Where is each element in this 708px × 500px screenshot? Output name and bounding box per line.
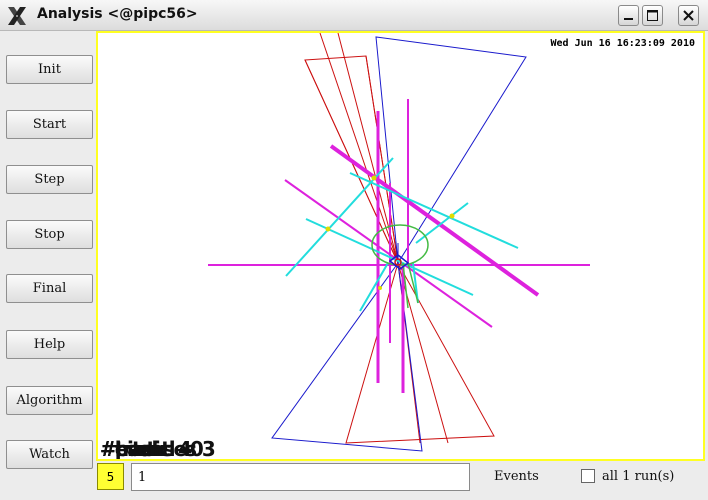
event-display-canvas[interactable]: Wed Jun 16 16:23:09 2010 #particles #tra… [96, 31, 705, 461]
start-button[interactable]: Start [6, 110, 93, 139]
help-button[interactable]: Help [6, 330, 93, 359]
overlay-fragment: 403 [178, 437, 216, 461]
events-label: Events [494, 469, 539, 484]
maximize-button[interactable] [642, 5, 663, 26]
minimize-icon [624, 18, 633, 20]
stop-button[interactable]: Stop [6, 220, 93, 249]
close-button[interactable] [678, 5, 699, 26]
final-button[interactable]: Final [6, 274, 93, 303]
all-runs-checkbox[interactable] [581, 469, 595, 483]
maximize-icon [647, 10, 658, 21]
overlay-label-event: #event [100, 437, 171, 461]
event-count-badge[interactable]: 5 [97, 463, 124, 490]
calorimeter-blue-wedges [271, 36, 527, 452]
init-button[interactable]: Init [6, 55, 93, 84]
event-number-input[interactable] [131, 463, 470, 491]
all-runs-label: all 1 run(s) [602, 469, 675, 484]
algorithm-button[interactable]: Algorithm [6, 386, 93, 415]
watch-button[interactable]: Watch [6, 440, 93, 469]
calorimeter-red-wedges [304, 33, 495, 444]
close-icon [683, 10, 694, 21]
event-display-drawing [208, 33, 590, 452]
x11-logo-icon [8, 7, 26, 25]
magenta-tracks [208, 99, 590, 393]
step-button[interactable]: Step [6, 165, 93, 194]
title-bar: Analysis <@pipc56> [0, 0, 708, 31]
minimize-button[interactable] [618, 5, 639, 26]
window-title: Analysis <@pipc56> [37, 6, 198, 22]
event-timestamp: Wed Jun 16 16:23:09 2010 [550, 38, 696, 49]
